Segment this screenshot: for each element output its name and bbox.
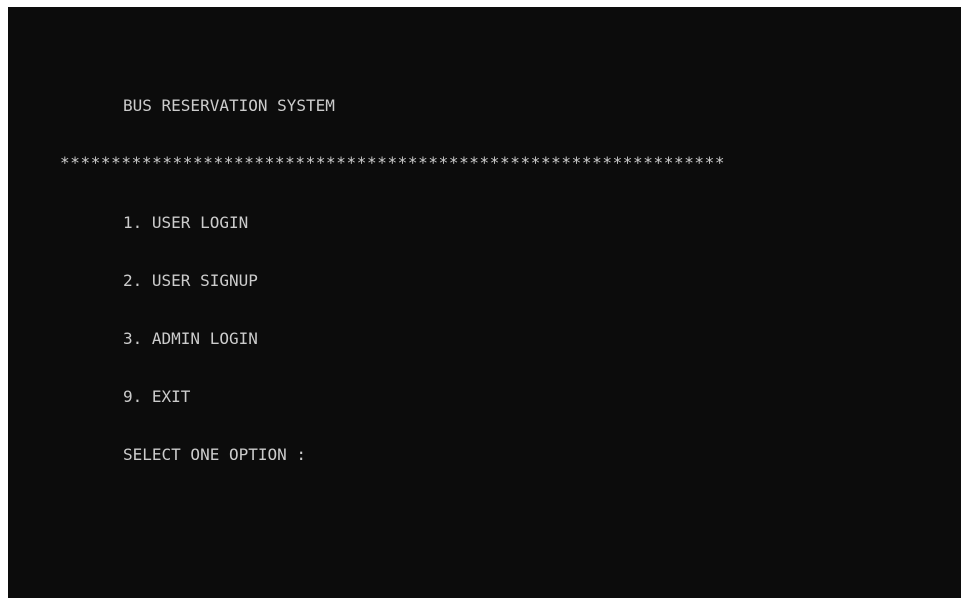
page-title: BUS RESERVATION SYSTEM — [123, 96, 335, 115]
menu-option-user-signup: 2. USER SIGNUP — [123, 271, 258, 290]
separator-line: ****************************************… — [60, 153, 726, 172]
input-cursor[interactable] — [316, 446, 325, 464]
console-window[interactable]: BUS RESERVATION SYSTEM *****************… — [8, 7, 961, 598]
option-prompt[interactable]: SELECT ONE OPTION : — [123, 445, 325, 465]
prompt-label: SELECT ONE OPTION : — [123, 445, 307, 464]
menu-option-exit: 9. EXIT — [123, 387, 191, 406]
menu-option-user-login: 1. USER LOGIN — [123, 213, 249, 232]
menu-option-admin-login: 3. ADMIN LOGIN — [123, 329, 258, 348]
